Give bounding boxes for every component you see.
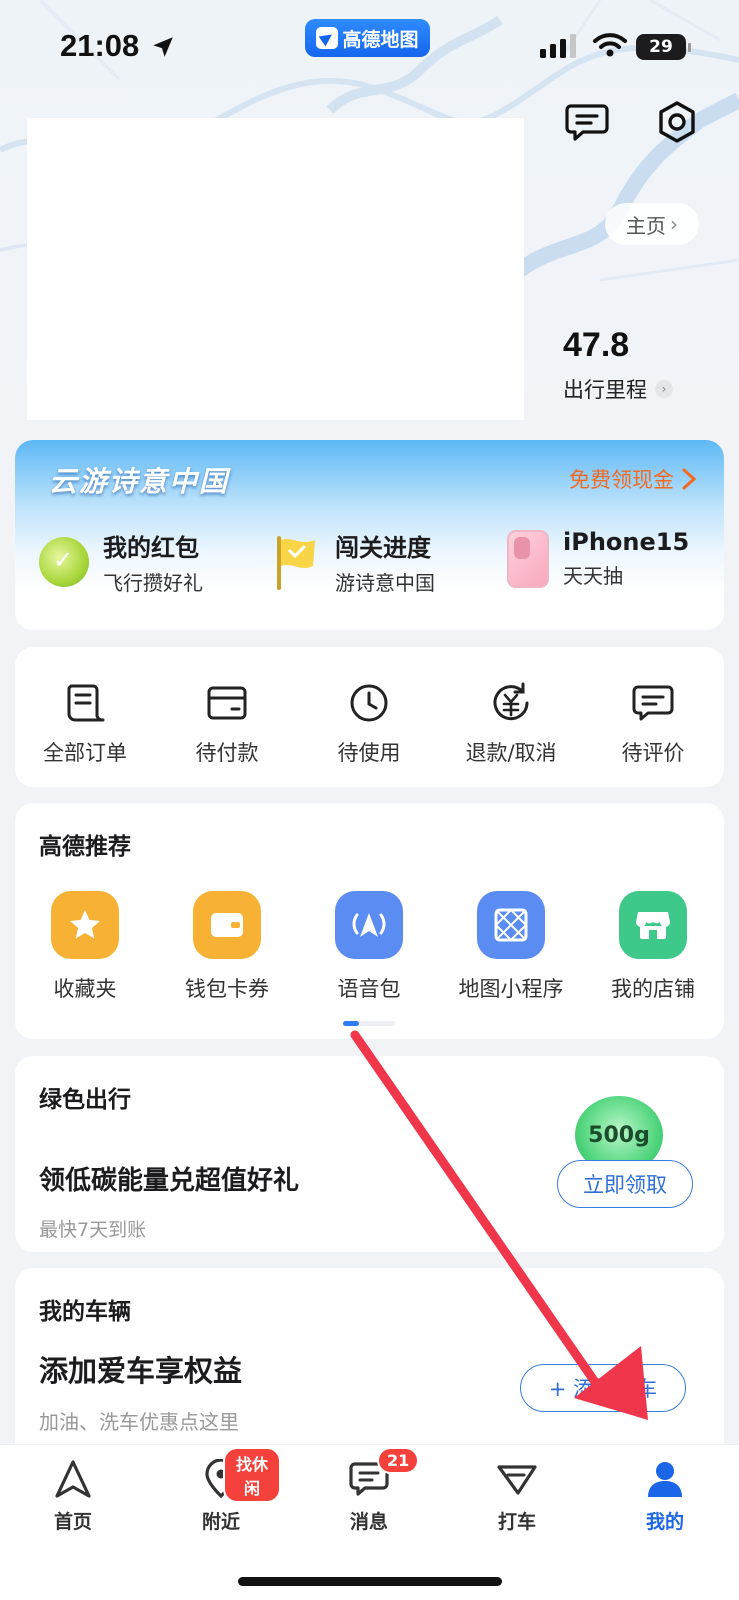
tab-label: 附近 (201, 1511, 240, 1533)
tab-nearby[interactable]: 附近 找休闲 (161, 1447, 281, 1534)
rec-label: 地图小程序 (458, 977, 564, 1001)
home-label: 主页 (626, 213, 666, 238)
person-icon (605, 1457, 725, 1501)
order-label: 待付款 (195, 741, 259, 765)
promo-item-progress[interactable]: 闯关进度 游诗意中国 (269, 528, 435, 596)
promo-item-iphone[interactable]: iPhone15 天天抽 (507, 528, 689, 589)
clock-icon (299, 681, 439, 725)
flag-icon (277, 536, 315, 590)
green-travel-headline: 领低碳能量兑超值好礼 (39, 1166, 300, 1196)
rec-voice-pack[interactable]: 语音包 (299, 891, 439, 1003)
settings-icon[interactable] (653, 98, 701, 146)
orders-card: 全部订单 待付款 待使用 退款/取消 待评价 (15, 647, 724, 787)
rec-label: 我的店铺 (611, 977, 695, 1001)
order-label: 待评价 (621, 741, 685, 765)
tab-label: 消息 (349, 1511, 388, 1533)
chevron-right-icon: › (655, 380, 673, 398)
rec-my-shop[interactable]: 我的店铺 (583, 891, 723, 1003)
app-pill-label: 高德地图 (342, 28, 419, 51)
rec-label: 钱包卡券 (185, 977, 269, 1001)
tab-mine[interactable]: 我的 (605, 1457, 725, 1534)
green-travel-title: 绿色出行 (39, 1087, 131, 1113)
order-label: 待使用 (337, 741, 401, 765)
vehicle-card[interactable]: 我的车辆 添加爱车享权益 加油、洗车优惠点这里 + 添加爱车 (15, 1268, 724, 1468)
taxi-icon (457, 1457, 577, 1501)
cellular-signal-icon (540, 34, 576, 58)
claim-button-label: 立即领取 (583, 1173, 667, 1197)
promo-item-title: iPhone15 (563, 528, 690, 556)
rec-wallet[interactable]: 钱包卡券 (157, 891, 297, 1003)
amap-icon (316, 27, 339, 49)
tab-badge: 找休闲 (223, 1447, 281, 1503)
status-time: 21:08 (60, 28, 140, 63)
tab-taxi[interactable]: 打车 (457, 1457, 577, 1534)
promo-cta-label: 免费领现金 (569, 468, 674, 492)
tab-badge: 21 (377, 1447, 420, 1474)
comment-icon (583, 681, 723, 725)
profile-info-area (27, 118, 524, 420)
order-label: 全部订单 (43, 741, 127, 765)
energy-value: 500g (588, 1122, 650, 1148)
home-page-link[interactable]: 主页 › (605, 203, 699, 245)
recommend-card: 高德推荐 收藏夹 钱包卡券 语音包 地图小程序 我的店铺 (15, 803, 724, 1039)
chevron-right-icon: › (670, 212, 678, 236)
voice-icon (335, 891, 403, 959)
tab-label: 打车 (497, 1511, 536, 1533)
promo-item-red-packet[interactable]: 我的红包 飞行攒好礼 (39, 528, 203, 596)
recommend-title: 高德推荐 (39, 834, 131, 860)
coin-icon (39, 537, 89, 587)
navigate-icon (13, 1457, 133, 1501)
add-car-button-label: + 添加爱车 (548, 1377, 658, 1401)
location-arrow-icon (153, 37, 173, 57)
order-refund[interactable]: 退款/取消 (441, 681, 581, 767)
mileage-value: 47.8 (563, 326, 630, 364)
mini-program-icon (477, 891, 545, 959)
promo-item-subtitle: 天天抽 (563, 564, 623, 588)
vehicle-subtitle: 加油、洗车优惠点这里 (39, 1410, 239, 1434)
promo-cta-link[interactable]: 免费领现金 (569, 464, 696, 494)
promo-card[interactable]: 云游诗意中国 免费领现金 我的红包 飞行攒好礼 闯关进度 游诗意中国 iPhon… (15, 440, 724, 630)
green-travel-card[interactable]: 绿色出行 领低碳能量兑超值好礼 最快7天到账 500g 立即领取 (15, 1056, 724, 1252)
chat-icon[interactable] (563, 98, 611, 146)
tab-messages[interactable]: 消息 21 (309, 1447, 429, 1534)
order-to-use[interactable]: 待使用 (299, 681, 439, 767)
order-label: 退款/取消 (465, 741, 557, 765)
promo-title: 云游诗意中国 (49, 465, 230, 498)
vehicle-headline: 添加爱车享权益 (39, 1354, 243, 1388)
phone-icon (507, 529, 549, 588)
vehicle-title: 我的车辆 (39, 1299, 131, 1325)
order-to-review[interactable]: 待评价 (583, 681, 723, 767)
promo-item-title: 闯关进度 (335, 534, 431, 562)
mileage-label: 出行里程 (563, 378, 647, 402)
order-list-icon (15, 681, 155, 725)
chevron-right-icon (682, 468, 696, 490)
order-pending-payment[interactable]: 待付款 (157, 681, 297, 767)
promo-item-subtitle: 飞行攒好礼 (103, 571, 203, 595)
page-indicator (343, 1021, 395, 1026)
rec-favorites[interactable]: 收藏夹 (15, 891, 155, 1003)
claim-button[interactable]: 立即领取 (557, 1160, 693, 1208)
promo-item-title: 我的红包 (103, 534, 199, 562)
rec-mini-program[interactable]: 地图小程序 (441, 891, 581, 1003)
wallet-icon (157, 681, 297, 725)
add-car-button[interactable]: + 添加爱车 (520, 1364, 686, 1412)
tab-label: 我的 (645, 1511, 684, 1533)
order-all[interactable]: 全部订单 (15, 681, 155, 767)
wifi-icon (593, 33, 627, 57)
app-switch-pill[interactable]: 高德地图 (305, 19, 430, 57)
shop-icon (619, 891, 687, 959)
promo-item-subtitle: 游诗意中国 (335, 571, 435, 595)
rec-label: 收藏夹 (53, 977, 117, 1001)
battery-indicator: 29 (636, 34, 691, 60)
refund-icon (441, 681, 581, 725)
wallet-card-icon (193, 891, 261, 959)
home-indicator (238, 1577, 502, 1586)
mileage-link[interactable]: 出行里程 › (563, 374, 673, 404)
star-icon (51, 891, 119, 959)
rec-label: 语音包 (337, 977, 401, 1001)
tab-home[interactable]: 首页 (13, 1457, 133, 1534)
tab-label: 首页 (53, 1511, 92, 1533)
green-travel-subtitle: 最快7天到账 (39, 1219, 147, 1241)
